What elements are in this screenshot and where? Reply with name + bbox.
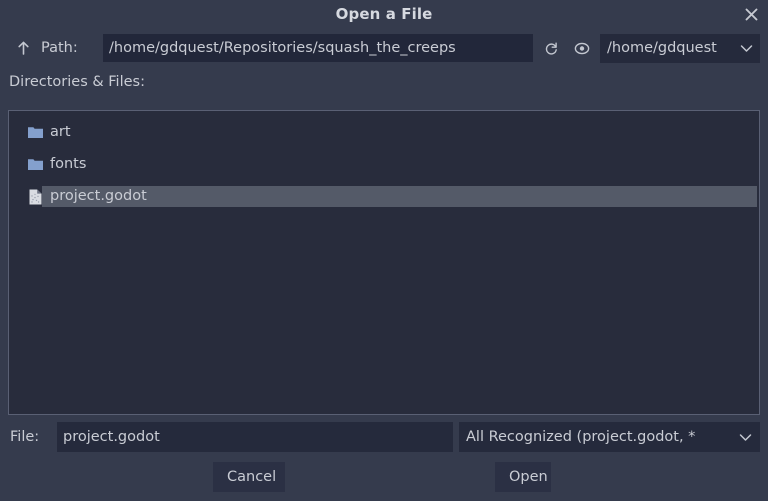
drive-select[interactable]: /home/gdquest — [600, 34, 760, 63]
chevron-down-icon — [739, 422, 752, 452]
list-item[interactable]: art — [9, 122, 759, 143]
folder-icon — [26, 156, 44, 174]
path-label: Path: — [41, 40, 78, 56]
list-item-label: art — [50, 124, 71, 140]
open-button[interactable]: Open — [495, 462, 551, 492]
file-filter-select[interactable]: All Recognized (project.godot, * — [459, 422, 760, 452]
file-filter-value: All Recognized (project.godot, * — [466, 429, 696, 445]
open-file-dialog: Open a File Path: /home/gdquest/Reposito… — [0, 0, 768, 501]
arrow-up-icon[interactable] — [12, 37, 34, 59]
drive-select-value: /home/gdquest — [607, 40, 717, 56]
file-label: File: — [10, 429, 40, 445]
file-name-bar: File: All Recognized (project.godot, * — [0, 421, 768, 453]
close-icon[interactable] — [740, 4, 762, 25]
file-list[interactable]: art fonts project.godot — [8, 110, 760, 415]
path-input[interactable] — [103, 34, 533, 62]
selection-highlight — [42, 186, 757, 207]
chevron-down-icon — [740, 34, 753, 63]
folder-icon — [26, 124, 44, 142]
list-item[interactable]: project.godot — [9, 186, 759, 207]
dialog-titlebar: Open a File — [0, 0, 768, 28]
list-top-spacer — [9, 111, 759, 122]
cancel-button[interactable]: Cancel — [213, 462, 285, 492]
path-bar: Path: /home/gdquest — [0, 31, 768, 65]
file-icon — [26, 188, 44, 206]
list-gap-1 — [9, 143, 759, 154]
reload-icon[interactable] — [540, 37, 562, 59]
file-name-input[interactable] — [57, 422, 453, 452]
directories-files-label: Directories & Files: — [9, 74, 145, 90]
list-gap-2 — [9, 175, 759, 186]
eye-icon[interactable] — [571, 37, 593, 59]
list-item-label: project.godot — [50, 188, 147, 204]
list-item-label: fonts — [50, 156, 87, 172]
list-item[interactable]: fonts — [9, 154, 759, 175]
dialog-title: Open a File — [335, 5, 433, 23]
